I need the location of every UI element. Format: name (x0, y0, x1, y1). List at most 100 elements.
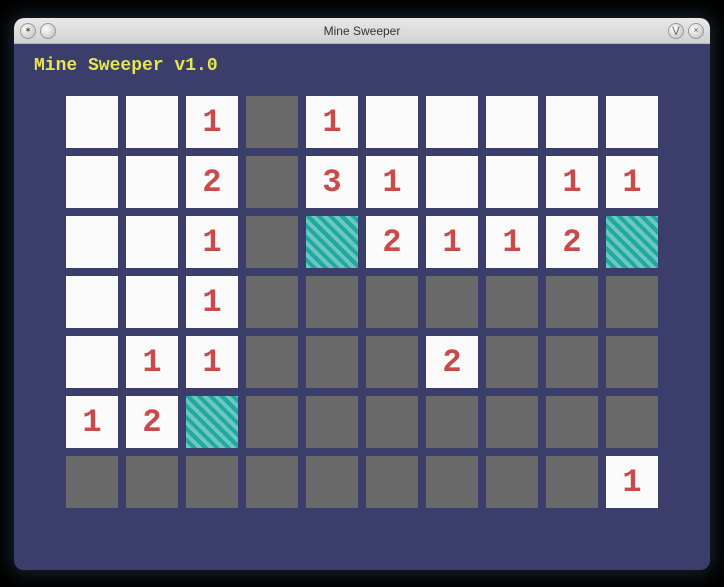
cell-value: 1 (202, 224, 221, 261)
cell-value: 3 (322, 164, 341, 201)
cell-3-8[interactable] (546, 276, 598, 328)
cell-6-3[interactable] (246, 456, 298, 508)
cell-4-5[interactable] (366, 336, 418, 388)
cell-5-2[interactable] (186, 396, 238, 448)
cell-1-9[interactable]: 1 (606, 156, 658, 208)
window-title: Mine Sweeper (14, 24, 710, 38)
titlebar[interactable]: ✶ Mine Sweeper ⋁ × (14, 18, 710, 44)
cell-5-1[interactable]: 2 (126, 396, 178, 448)
cell-4-7[interactable] (486, 336, 538, 388)
cell-5-5[interactable] (366, 396, 418, 448)
cell-6-8[interactable] (546, 456, 598, 508)
cell-5-9[interactable] (606, 396, 658, 448)
cell-3-2[interactable]: 1 (186, 276, 238, 328)
cell-2-4[interactable] (306, 216, 358, 268)
cell-1-3[interactable] (246, 156, 298, 208)
cell-value: 2 (202, 164, 221, 201)
cell-6-1[interactable] (126, 456, 178, 508)
close-icon: × (693, 26, 698, 35)
cell-3-0[interactable] (66, 276, 118, 328)
cell-value: 1 (202, 344, 221, 381)
cell-5-0[interactable]: 1 (66, 396, 118, 448)
minimize-button[interactable] (40, 23, 56, 39)
cell-4-0[interactable] (66, 336, 118, 388)
cell-6-9[interactable]: 1 (606, 456, 658, 508)
cell-value: 1 (382, 164, 401, 201)
cell-6-6[interactable] (426, 456, 478, 508)
cell-value: 1 (442, 224, 461, 261)
cell-2-2[interactable]: 1 (186, 216, 238, 268)
cell-2-6[interactable]: 1 (426, 216, 478, 268)
mine-icon: ✶ (24, 26, 32, 35)
cell-4-2[interactable]: 1 (186, 336, 238, 388)
cell-2-7[interactable]: 1 (486, 216, 538, 268)
cell-3-6[interactable] (426, 276, 478, 328)
cell-3-7[interactable] (486, 276, 538, 328)
cell-value: 1 (322, 104, 341, 141)
cell-0-8[interactable] (546, 96, 598, 148)
cell-0-4[interactable]: 1 (306, 96, 358, 148)
cell-4-9[interactable] (606, 336, 658, 388)
titlebar-right-controls: ⋁ × (668, 23, 704, 39)
cell-1-1[interactable] (126, 156, 178, 208)
mine-grid: 1123111121121112121 (34, 96, 690, 508)
cell-1-8[interactable]: 1 (546, 156, 598, 208)
cell-0-5[interactable] (366, 96, 418, 148)
cell-1-7[interactable] (486, 156, 538, 208)
cell-6-2[interactable] (186, 456, 238, 508)
version-label: Mine Sweeper v1.0 (34, 56, 690, 76)
cell-3-1[interactable] (126, 276, 178, 328)
close-button[interactable]: × (688, 23, 704, 39)
cell-6-0[interactable] (66, 456, 118, 508)
window-frame: ✶ Mine Sweeper ⋁ × Mine Sweeper v1.0 112… (14, 18, 710, 570)
cell-2-5[interactable]: 2 (366, 216, 418, 268)
app-body: Mine Sweeper v1.0 1123111121121112121 (14, 44, 710, 570)
cell-value: 2 (142, 404, 161, 441)
cell-6-7[interactable] (486, 456, 538, 508)
expand-icon: ⋁ (672, 26, 679, 35)
cell-4-4[interactable] (306, 336, 358, 388)
cell-5-3[interactable] (246, 396, 298, 448)
cell-4-6[interactable]: 2 (426, 336, 478, 388)
cell-0-7[interactable] (486, 96, 538, 148)
cell-5-6[interactable] (426, 396, 478, 448)
cell-5-4[interactable] (306, 396, 358, 448)
cell-1-5[interactable]: 1 (366, 156, 418, 208)
cell-value: 2 (562, 224, 581, 261)
cell-value: 1 (622, 464, 641, 501)
cell-0-1[interactable] (126, 96, 178, 148)
cell-value: 1 (202, 284, 221, 321)
cell-1-2[interactable]: 2 (186, 156, 238, 208)
cell-3-5[interactable] (366, 276, 418, 328)
cell-3-9[interactable] (606, 276, 658, 328)
cell-4-8[interactable] (546, 336, 598, 388)
cell-value: 1 (562, 164, 581, 201)
cell-1-6[interactable] (426, 156, 478, 208)
cell-3-4[interactable] (306, 276, 358, 328)
cell-2-3[interactable] (246, 216, 298, 268)
cell-1-4[interactable]: 3 (306, 156, 358, 208)
cell-4-1[interactable]: 1 (126, 336, 178, 388)
cell-6-5[interactable] (366, 456, 418, 508)
cell-5-8[interactable] (546, 396, 598, 448)
titlebar-left-controls: ✶ (14, 23, 56, 39)
cell-2-9[interactable] (606, 216, 658, 268)
cell-4-3[interactable] (246, 336, 298, 388)
cell-value: 2 (382, 224, 401, 261)
cell-2-1[interactable] (126, 216, 178, 268)
cell-0-3[interactable] (246, 96, 298, 148)
cell-3-3[interactable] (246, 276, 298, 328)
cell-0-2[interactable]: 1 (186, 96, 238, 148)
cell-0-6[interactable] (426, 96, 478, 148)
cell-0-0[interactable] (66, 96, 118, 148)
cell-1-0[interactable] (66, 156, 118, 208)
cell-2-8[interactable]: 2 (546, 216, 598, 268)
cell-0-9[interactable] (606, 96, 658, 148)
cell-value: 1 (502, 224, 521, 261)
app-menu-button[interactable]: ✶ (20, 23, 36, 39)
cell-6-4[interactable] (306, 456, 358, 508)
expand-button[interactable]: ⋁ (668, 23, 684, 39)
cell-2-0[interactable] (66, 216, 118, 268)
cell-value: 1 (142, 344, 161, 381)
cell-5-7[interactable] (486, 396, 538, 448)
